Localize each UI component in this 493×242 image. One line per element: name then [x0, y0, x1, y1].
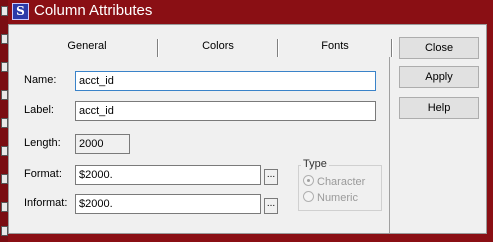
tab-general[interactable]: General	[17, 35, 157, 57]
type-group-title: Type	[301, 158, 329, 170]
edge-handle	[1, 174, 8, 184]
edge-handle	[1, 6, 8, 16]
length-field: 2000	[75, 134, 130, 154]
format-browse-button[interactable]: ...	[264, 169, 278, 185]
edge-handle	[1, 118, 8, 128]
radio-selected-icon	[303, 175, 314, 186]
help-button[interactable]: Help	[399, 97, 479, 119]
label-field[interactable]: acct_id	[75, 101, 376, 121]
type-numeric-label: Numeric	[317, 192, 358, 204]
type-character-radio[interactable]: Character	[303, 175, 365, 189]
apply-button[interactable]: Apply	[399, 66, 479, 88]
dialog-client-area: General Colors Fonts Name: acct_id Label…	[8, 24, 487, 234]
edge-handle	[1, 62, 8, 72]
tab-separator	[391, 39, 393, 57]
format-field[interactable]: $2000.	[75, 165, 261, 185]
type-numeric-radio[interactable]: Numeric	[303, 191, 358, 205]
edge-handle	[1, 226, 8, 236]
edge-handle	[1, 90, 8, 100]
informat-browse-button[interactable]: ...	[264, 198, 278, 214]
window-edge-strip	[0, 0, 8, 242]
informat-field[interactable]: $2000.	[75, 194, 261, 214]
close-button[interactable]: Close	[399, 37, 479, 59]
label-label: Label:	[24, 104, 54, 116]
window-title: Column Attributes	[34, 2, 153, 19]
name-field[interactable]: acct_id	[75, 71, 376, 91]
tab-colors[interactable]: Colors	[159, 35, 277, 57]
tab-fonts[interactable]: Fonts	[279, 35, 391, 57]
edge-handle	[1, 146, 8, 156]
edge-handle	[1, 202, 8, 212]
name-label: Name:	[24, 74, 57, 86]
type-groupbox: Type Character Numeric	[298, 158, 382, 211]
sas-icon: S	[12, 3, 29, 20]
dialog-window: S Column Attributes General Colors Fonts…	[0, 0, 493, 242]
tab-strip: General Colors Fonts	[17, 35, 397, 57]
edge-handle	[1, 34, 8, 44]
general-tab-panel: Name: acct_id Label: acct_id Length: 200…	[17, 57, 390, 233]
title-bar[interactable]: S Column Attributes	[8, 0, 493, 22]
type-character-label: Character	[317, 176, 366, 188]
format-label: Format:	[24, 168, 62, 180]
length-label: Length:	[24, 137, 61, 149]
radio-unselected-icon	[303, 191, 314, 202]
informat-label: Informat:	[24, 197, 68, 209]
